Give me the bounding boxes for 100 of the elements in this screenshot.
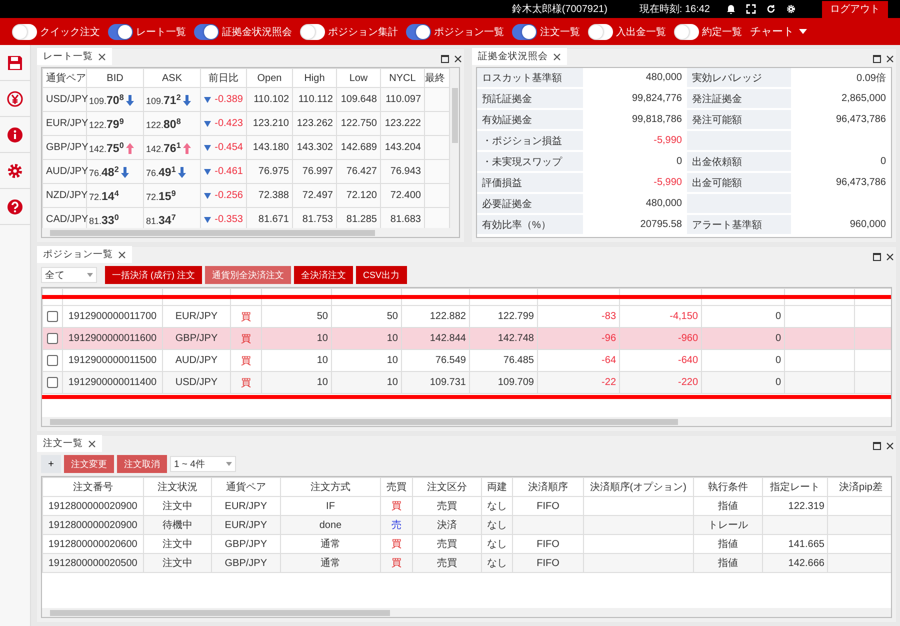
table-cell: 注文中 (162, 501, 192, 512)
action-button[interactable]: 一括決済 (成行) 注文 (105, 266, 202, 284)
close-icon[interactable] (886, 252, 894, 260)
close-icon[interactable] (553, 52, 561, 60)
toggle-label: ポジション一覧 (434, 26, 504, 38)
maximize-icon[interactable] (441, 54, 449, 62)
checkbox[interactable] (47, 354, 58, 366)
toggle-label: 証拠金状況照会 (222, 26, 292, 38)
value: 480,000 (583, 193, 687, 214)
table-row[interactable]: 1912900000011700 EUR/JPY 買 50 50 122.882 122.799 -83 -4,150 0 (42, 306, 891, 328)
table-cell: FIFO (536, 538, 560, 550)
chart-menu[interactable]: チャート (750, 24, 807, 39)
table-cell: 買 (391, 558, 402, 569)
column-header: 売買 (380, 478, 412, 496)
table-cell: 売 (391, 520, 402, 531)
action-button[interactable]: 全決済注文 (294, 266, 353, 284)
table-cell: 1912800000020500 (48, 558, 138, 568)
column-header: 指定レート (762, 478, 828, 496)
toggle-switch[interactable] (300, 24, 325, 40)
label: 実効レバレッジ (692, 72, 762, 84)
yen-icon[interactable] (7, 90, 23, 106)
toggle-switch[interactable] (674, 24, 699, 40)
maximize-icon[interactable] (873, 54, 881, 62)
checkbox[interactable] (47, 310, 58, 322)
action-button[interactable]: CSV出力 (356, 266, 407, 284)
table-cell: 通常 (320, 539, 340, 550)
scrollbar[interactable] (42, 608, 891, 617)
table-cell: 買 (391, 501, 402, 512)
column-header: 決済pip差 (828, 478, 891, 496)
scrollbar[interactable] (42, 228, 459, 237)
column-header: 注文番号 (42, 478, 144, 496)
table-cell: 109.709 (470, 372, 538, 394)
close-icon[interactable] (88, 440, 96, 448)
table-cell: -0.389 (214, 94, 243, 105)
scrollbar[interactable] (450, 68, 459, 228)
toggle-label: 注文一覧 (540, 26, 580, 38)
table-cell: なし (487, 558, 508, 569)
table-cell: IF (326, 500, 335, 512)
table-cell: FIFO (536, 558, 560, 568)
label: 出金依頼額 (692, 156, 742, 168)
bid-price: 72.14$^{4}$ (89, 192, 119, 202)
table-cell: 買 (230, 372, 262, 394)
table-cell: EUR/JPY (224, 500, 268, 512)
close-icon[interactable] (454, 54, 462, 62)
action-button[interactable]: 注文変更 (64, 455, 114, 473)
table-cell: USD/JPY (162, 372, 230, 394)
maximize-icon[interactable] (873, 252, 881, 260)
ask-price: 142.76$^{1}$ (146, 144, 181, 154)
down-triangle-icon (204, 169, 211, 175)
table-row[interactable]: 1912900000011400 USD/JPY 買 10 10 109.731 109.709 -22 -220 0 (42, 372, 891, 394)
range-dropdown[interactable]: 1 ~ 4件 (170, 456, 236, 472)
toggle-switch[interactable] (512, 24, 537, 40)
close-icon[interactable] (886, 54, 894, 62)
table-cell: done (319, 520, 342, 530)
close-icon[interactable] (886, 442, 894, 450)
filter-dropdown[interactable]: 全て (41, 267, 97, 283)
scrollbar[interactable] (42, 417, 891, 426)
toggle-switch[interactable] (12, 24, 37, 40)
table-row[interactable]: 1912900000011600 GBP/JPY 買 10 10 142.844 142.748 -96 -960 0 (42, 328, 891, 350)
down-arrow-icon (182, 95, 191, 106)
table-cell: -22 (538, 372, 620, 394)
add-button[interactable]: + (41, 455, 61, 473)
table-cell: GBP/JPY (224, 558, 268, 568)
help-icon[interactable] (7, 198, 23, 214)
column-header: 両建 (482, 478, 513, 496)
action-button[interactable]: 注文取消 (117, 455, 167, 473)
refresh-icon[interactable] (766, 4, 776, 14)
maximize-icon[interactable] (873, 442, 881, 450)
info-icon[interactable] (7, 126, 23, 142)
table-cell: 指値 (718, 558, 738, 569)
label: 必要証拠金 (477, 193, 583, 214)
checkbox[interactable] (47, 332, 58, 344)
toggle-switch[interactable] (194, 24, 219, 40)
table-cell: 決済 (436, 520, 457, 531)
down-triangle-icon (204, 121, 211, 127)
fullscreen-icon[interactable] (746, 4, 756, 14)
table-cell: -0.454 (214, 142, 243, 153)
column-header: 注文状況 (143, 478, 212, 496)
value: 960,000 (850, 219, 886, 230)
table-cell: 10 (332, 372, 402, 394)
caret-icon (226, 462, 232, 466)
label: アラート基準額 (692, 220, 762, 230)
close-icon[interactable] (118, 250, 126, 258)
toggle-switch[interactable] (406, 24, 431, 40)
table-cell: 指値 (718, 539, 738, 550)
label: 有効証拠金 (477, 109, 583, 130)
checkbox[interactable] (47, 376, 58, 388)
toggle-switch[interactable] (588, 24, 613, 40)
ask-price: 72.15$^{9}$ (146, 192, 176, 202)
logout-button[interactable]: ログアウト (822, 0, 888, 18)
table-cell: -0.256 (214, 190, 243, 201)
table-cell: 売買 (436, 539, 457, 550)
toggle-switch[interactable] (108, 24, 133, 40)
bell-icon[interactable] (726, 4, 736, 14)
table-row[interactable]: 1912900000011500 AUD/JPY 買 10 10 76.549 76.485 -64 -640 0 (42, 350, 891, 372)
column-header: 通貨ペア (42, 68, 86, 88)
toggle-label: ポジション集計 (328, 26, 398, 38)
bid-price: 122.79$^{9}$ (89, 120, 124, 130)
close-icon[interactable] (98, 52, 106, 60)
save-icon[interactable] (7, 54, 23, 70)
